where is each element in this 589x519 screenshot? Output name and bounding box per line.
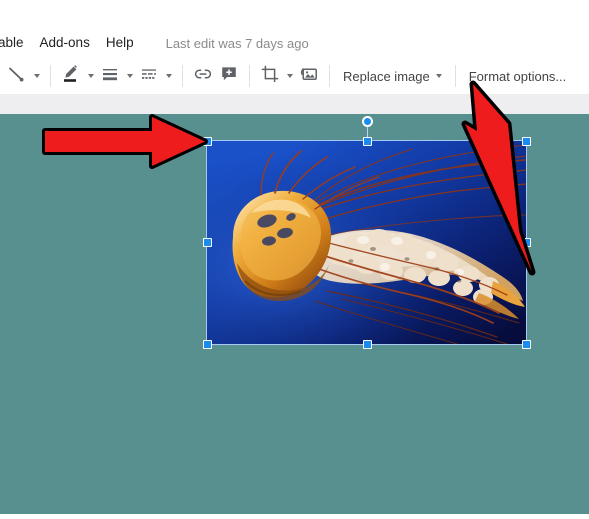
menu-item-add-ons[interactable]: Add-ons [32,33,98,53]
toolbar-divider [329,65,330,87]
mask-image-button[interactable] [296,63,322,89]
line-tool-icon [8,65,26,88]
menu-item-help[interactable]: Help [98,33,142,53]
menu-bar: able Add-ons Help Last edit was 7 days a… [0,28,589,58]
crop-caret[interactable] [283,63,296,89]
resize-handle-middle-left[interactable] [202,237,212,247]
toolbar-divider [249,65,250,87]
resize-handle-bottom-center[interactable] [362,339,372,349]
resize-handle-top-center[interactable] [362,136,372,146]
comment-icon [219,64,239,89]
selected-image-container[interactable] [202,116,531,349]
line-tool-caret[interactable] [30,63,43,89]
chevron-down-icon [165,74,172,78]
crop-image-button[interactable] [257,63,283,89]
toolbar-group-line [0,58,47,94]
resize-handle-top-right[interactable] [521,136,531,146]
chevron-down-icon [33,74,40,78]
crop-icon [260,64,280,89]
resize-handle-middle-right[interactable] [521,237,531,247]
format-options-button[interactable]: Format options... [459,63,577,89]
resize-handle-bottom-right[interactable] [521,339,531,349]
image-options-icon [299,64,319,89]
toolbar-shadow-strip [0,94,589,114]
chevron-down-icon [286,74,293,78]
toolbar-divider [182,65,183,87]
border-weight-icon [101,65,119,88]
add-comment-button[interactable] [216,63,242,89]
toolbar-divider [50,65,51,87]
google-docs-image-editor: able Add-ons Help Last edit was 7 days a… [0,0,589,514]
jellyfish-photo[interactable] [207,141,526,344]
border-dash-button[interactable] [136,63,162,89]
border-color-button[interactable] [58,63,84,89]
toolbar-group-image [253,58,326,94]
format-options-label: Format options... [468,68,567,84]
last-edit-status[interactable]: Last edit was 7 days ago [166,36,309,51]
resize-handle-top-left[interactable] [202,136,212,146]
replace-image-button[interactable]: Replace image [333,63,452,89]
insert-link-button[interactable] [190,63,216,89]
line-tool-button[interactable] [4,63,30,89]
resize-handle-bottom-left[interactable] [202,339,212,349]
menu-item-table-truncated[interactable]: able [0,33,32,53]
border-weight-button[interactable] [97,63,123,89]
image-toolbar: Replace image Format options... [0,58,589,95]
border-dash-icon [140,65,158,88]
border-color-icon [61,64,81,89]
window-top-blank-area [0,0,589,28]
toolbar-divider [454,65,456,87]
toolbar-group-insert [186,58,246,94]
toolbar-group-border [54,58,179,94]
link-icon [193,64,213,89]
border-color-caret[interactable] [84,63,97,89]
chevron-down-icon [435,74,442,78]
rotate-handle[interactable] [361,116,373,127]
chevron-down-icon [87,74,94,78]
chevron-down-icon [126,74,133,78]
border-weight-caret[interactable] [123,63,136,89]
replace-image-label: Replace image [343,68,430,84]
border-dash-caret[interactable] [162,63,175,89]
